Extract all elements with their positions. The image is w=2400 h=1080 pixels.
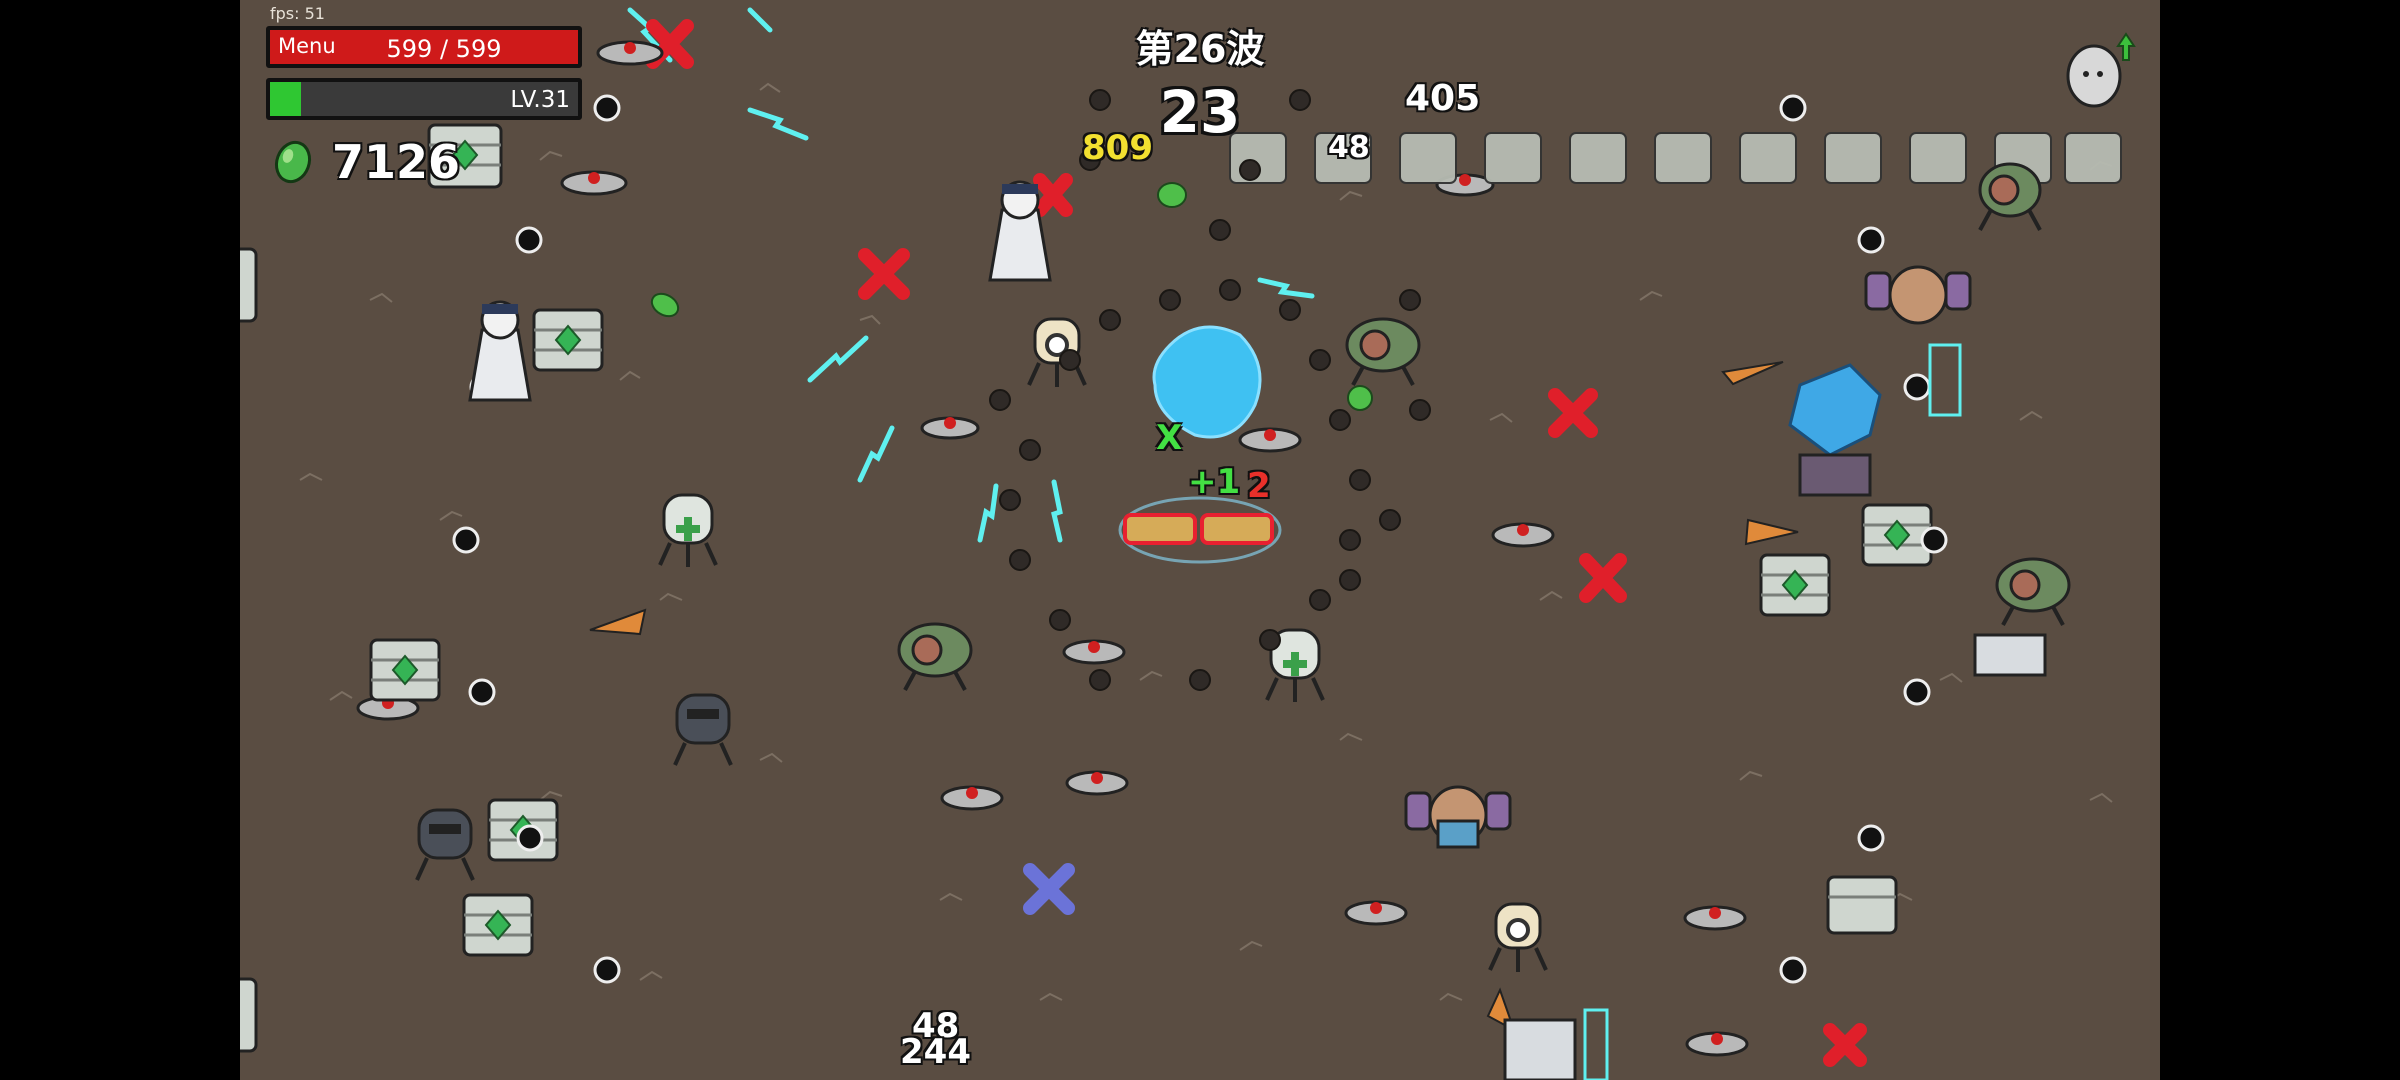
arena-scene	[240, 7, 2122, 1080]
purple-x-marker	[1023, 863, 1075, 915]
damage-number: +1	[1188, 462, 1241, 502]
damage-number: 809	[1082, 128, 1153, 168]
crystal-structure	[1788, 343, 1962, 497]
damage-number: 405	[1405, 78, 1481, 119]
game-arena[interactable]: fps: 51 Menu 599 / 599 LV.31 7126 第26波 2…	[240, 0, 2160, 1080]
damage-number: 48	[1328, 130, 1370, 165]
damage-number: X	[1156, 418, 1183, 458]
damage-number: 244	[900, 1032, 971, 1072]
damage-number: 2	[1247, 466, 1271, 506]
loot-crates	[240, 123, 2122, 1053]
wave-label: 第26波	[1135, 27, 1265, 71]
wave-timer: 23	[1159, 78, 1241, 146]
factory-structures	[1503, 633, 2047, 1080]
egg-upgrade-icon[interactable]	[2060, 30, 2140, 114]
letterbox-left	[0, 0, 240, 1080]
letterbox-right	[2160, 0, 2400, 1080]
